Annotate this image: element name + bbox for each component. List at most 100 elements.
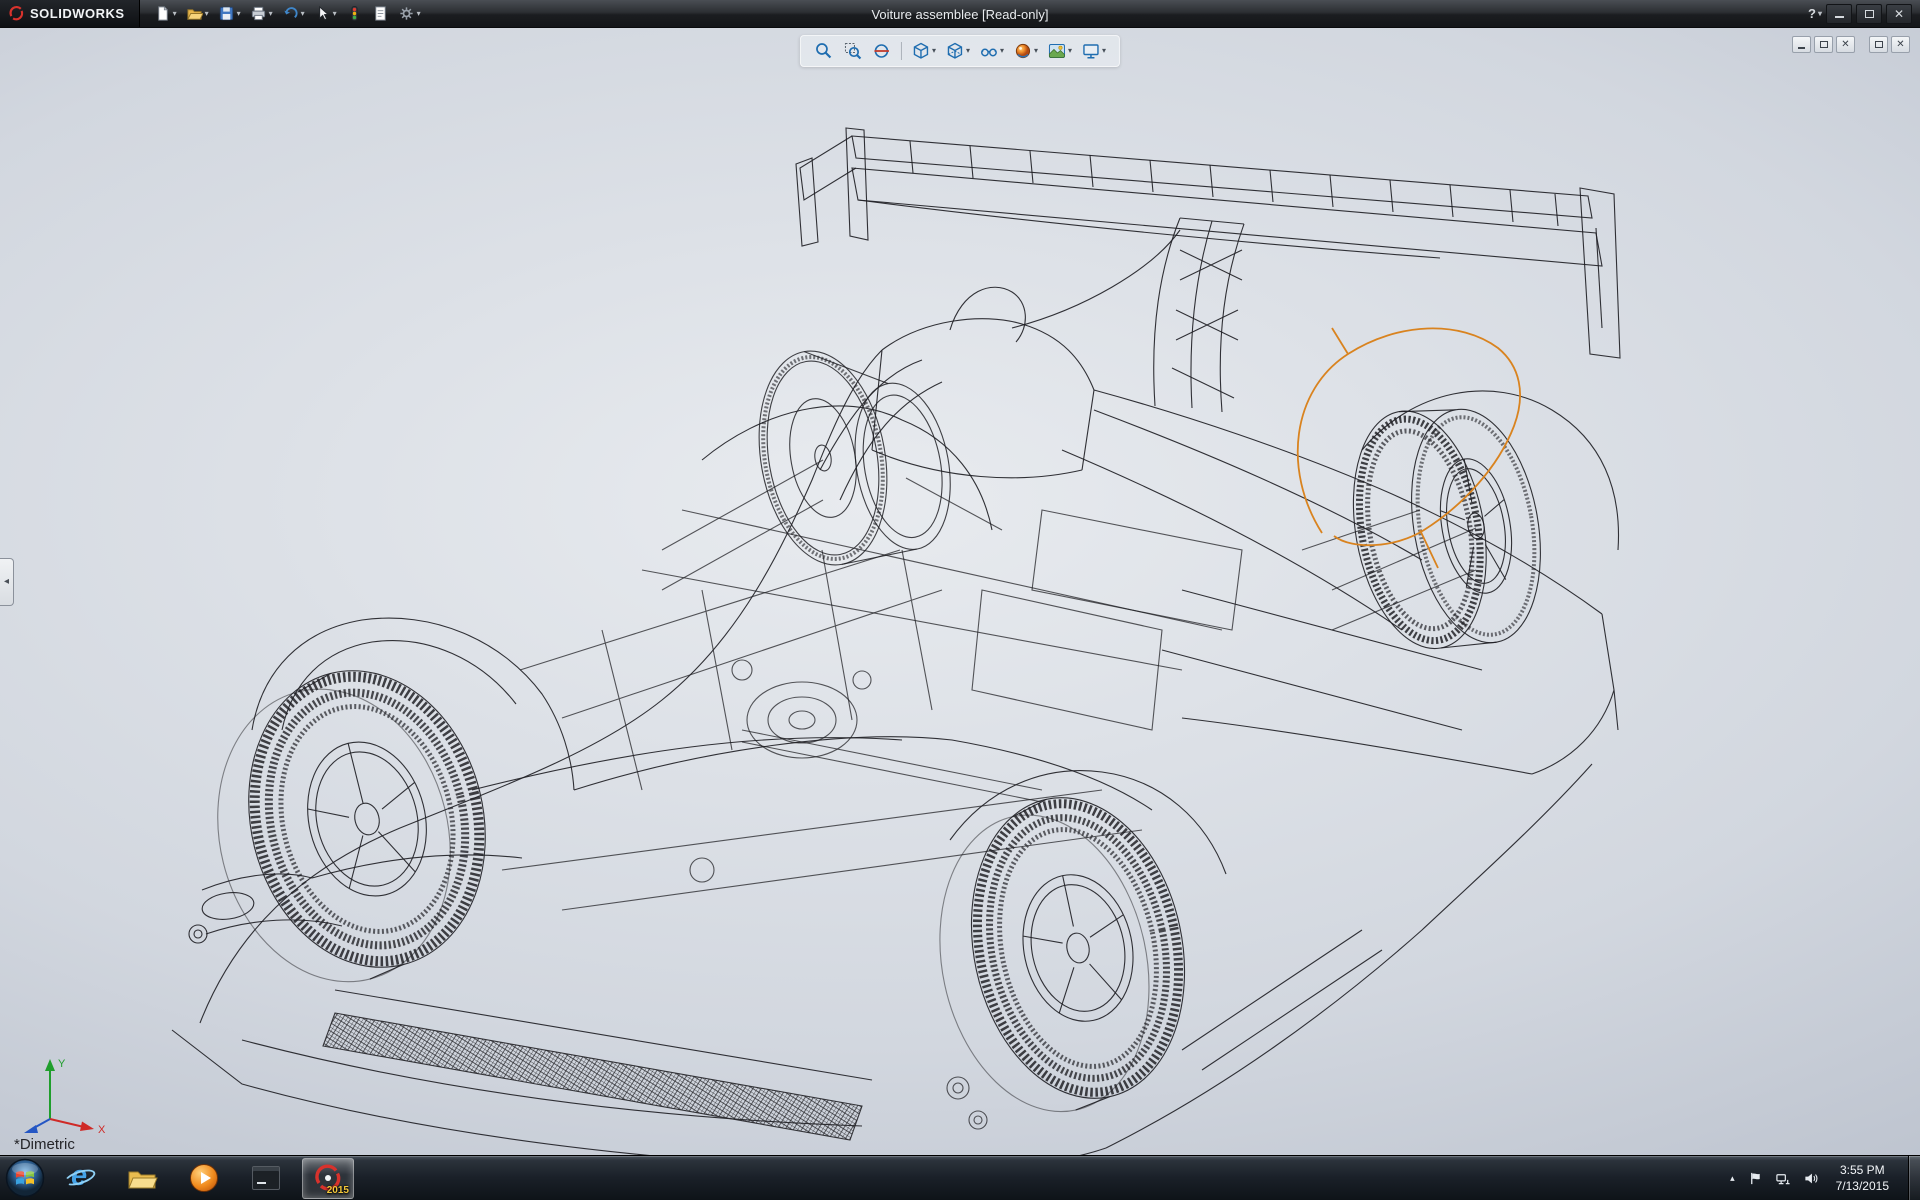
internet-explorer-icon: e (64, 1162, 96, 1194)
view-settings-monitor-icon (1081, 41, 1101, 61)
close-icon: ✕ (1841, 39, 1849, 50)
hide-show-glasses-icon (979, 41, 999, 61)
restore-button[interactable] (1856, 4, 1882, 24)
view-orientation-button[interactable]: ▾ (908, 39, 939, 63)
internet-explorer-button[interactable]: e (54, 1158, 106, 1199)
minimize-icon (1835, 16, 1844, 18)
help-icon: ? (1808, 6, 1816, 21)
play-icon (201, 1172, 211, 1184)
media-player-icon (190, 1164, 218, 1192)
dropdown-caret-icon: ▾ (205, 10, 209, 18)
triad-y-label: Y (58, 1058, 66, 1070)
rebuild-button[interactable] (342, 2, 367, 26)
new-document-button[interactable]: ▾ (150, 2, 181, 26)
toolbar-separator (901, 42, 902, 60)
dropdown-caret-icon: ▾ (237, 10, 241, 18)
car-body[interactable] (172, 230, 1618, 1155)
media-player-button[interactable] (178, 1158, 230, 1199)
select-button[interactable]: ▾ (310, 2, 341, 26)
open-folder-icon (186, 5, 203, 22)
chassis-detail[interactable] (502, 460, 1476, 1129)
new-document-icon (154, 5, 171, 22)
dropdown-caret-icon: ▾ (301, 10, 305, 18)
restore-icon (1875, 41, 1883, 48)
rear-wing[interactable] (796, 128, 1620, 412)
display-style-icon (945, 41, 965, 61)
taskbar: e 2015 (0, 1155, 1920, 1200)
printer-icon (250, 5, 267, 22)
options-button[interactable]: ▾ (394, 2, 425, 26)
dropdown-caret-icon: ▾ (1034, 47, 1038, 55)
graphics-area[interactable]: ▾ ▾ ▾ ▾ (0, 28, 1920, 1155)
minimize-icon (1798, 47, 1805, 49)
dropdown-caret-icon: ▾ (1068, 47, 1072, 55)
standard-toolbar: ▾ ▾ ▾ ▾ (140, 2, 425, 26)
hide-show-items-button[interactable]: ▾ (976, 39, 1007, 63)
section-view-button[interactable] (869, 39, 895, 63)
front-right-wheel[interactable] (743, 330, 963, 575)
undo-icon (282, 5, 299, 22)
solidworks-brand: SOLIDWORKS (0, 0, 140, 27)
start-button[interactable] (0, 1156, 50, 1200)
document-restore-button[interactable] (1814, 36, 1833, 53)
select-cursor-icon (314, 5, 331, 22)
file-explorer-button[interactable] (116, 1158, 168, 1199)
restore-icon (1865, 10, 1874, 18)
apply-scene-button[interactable]: ▾ (1044, 39, 1075, 63)
dropdown-caret-icon: ▾ (1818, 10, 1822, 18)
save-button[interactable]: ▾ (214, 2, 245, 26)
chevron-up-icon: ▴ (1730, 1173, 1735, 1184)
dropdown-caret-icon: ▾ (269, 10, 273, 18)
view-settings-button[interactable]: ▾ (1078, 39, 1109, 63)
taskbar-apps: e 2015 (54, 1156, 354, 1200)
minimize-button[interactable] (1826, 4, 1852, 24)
network-button[interactable] (1769, 1167, 1797, 1190)
solidworks-logo-icon (8, 5, 25, 22)
taskbar-clock[interactable]: 3:55 PM 7/13/2015 (1825, 1161, 1900, 1195)
close-icon: ✕ (1894, 7, 1904, 21)
system-tray: ▴ 3:55 PM 7/13/2015 (1723, 1156, 1920, 1200)
featuremanager-flyout-tab[interactable]: ◂ (0, 558, 14, 606)
command-prompt-button[interactable] (240, 1158, 292, 1199)
zoom-to-fit-icon (814, 41, 834, 61)
selected-edge-highlight[interactable] (1298, 328, 1520, 568)
open-button[interactable]: ▾ (182, 2, 213, 26)
heads-up-toolbar: ▾ ▾ ▾ ▾ (800, 35, 1120, 67)
frame-restore-button[interactable] (1869, 36, 1888, 53)
display-style-button[interactable]: ▾ (942, 39, 973, 63)
windows-start-orb-icon (5, 1158, 45, 1198)
file-properties-button[interactable] (368, 2, 393, 26)
edit-appearance-button[interactable]: ▾ (1010, 39, 1041, 63)
solidworks-window: SOLIDWORKS ▾ ▾ ▾ (0, 0, 1920, 1200)
edit-appearance-ball-icon (1013, 41, 1033, 61)
dropdown-caret-icon: ▾ (932, 47, 936, 55)
volume-button[interactable] (1797, 1167, 1825, 1190)
action-center-flag-icon (1748, 1171, 1763, 1186)
front-left-wheel[interactable] (185, 645, 517, 1006)
clock-time: 3:55 PM (1840, 1162, 1885, 1178)
zoom-to-area-button[interactable] (840, 39, 866, 63)
document-minimize-button[interactable] (1792, 36, 1811, 53)
save-floppy-icon (218, 5, 235, 22)
close-button[interactable]: ✕ (1886, 4, 1912, 24)
dropdown-caret-icon: ▾ (417, 10, 421, 18)
show-desktop-button[interactable] (1908, 1156, 1920, 1200)
help-button[interactable]: ? ▾ (1808, 6, 1822, 21)
file-properties-icon (372, 5, 389, 22)
view-orientation-label: *Dimetric (14, 1136, 75, 1153)
brand-name: SOLIDWORKS (30, 6, 125, 21)
solidworks-2015-button[interactable]: 2015 (302, 1158, 354, 1199)
rebuild-traffic-light-icon (346, 5, 363, 22)
document-close-button[interactable]: ✕ (1836, 36, 1855, 53)
orientation-triad: Y X (16, 1049, 112, 1133)
zoom-to-fit-button[interactable] (811, 39, 837, 63)
print-button[interactable]: ▾ (246, 2, 277, 26)
frame-close-button[interactable]: ✕ (1891, 36, 1910, 53)
show-hidden-icons-button[interactable]: ▴ (1723, 1172, 1742, 1185)
wireframe-model[interactable] (0, 28, 1920, 1155)
action-center-button[interactable] (1742, 1167, 1769, 1190)
dropdown-caret-icon: ▾ (333, 10, 337, 18)
undo-button[interactable]: ▾ (278, 2, 309, 26)
dropdown-caret-icon: ▾ (1000, 47, 1004, 55)
dropdown-caret-icon: ▾ (966, 47, 970, 55)
